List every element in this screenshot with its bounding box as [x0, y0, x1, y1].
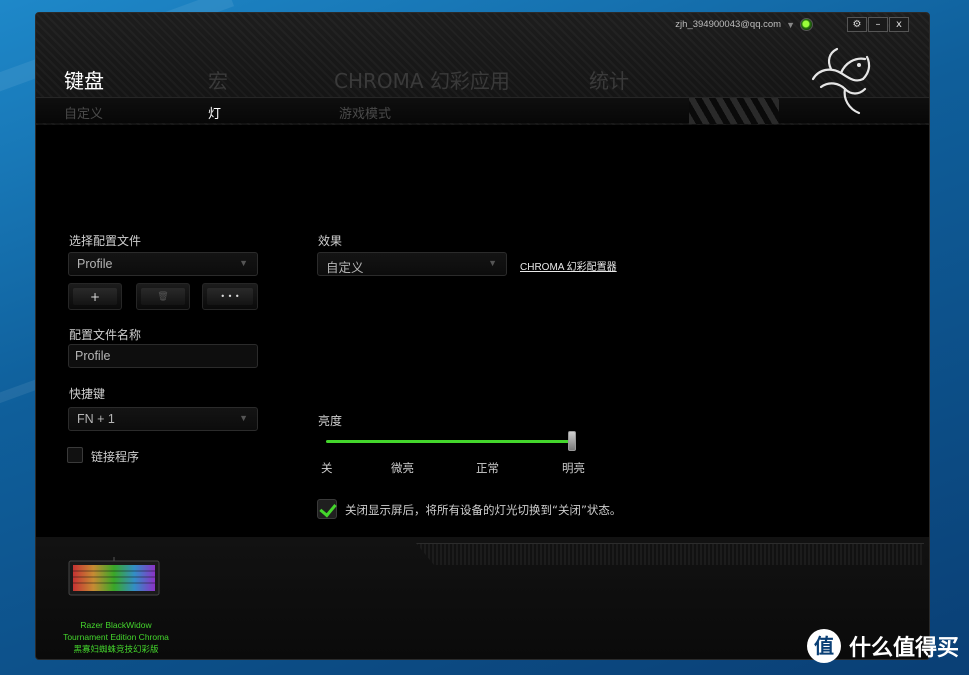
- hotkey-dropdown-value: FN + 1: [77, 412, 115, 426]
- trash-icon: 🗑: [141, 288, 185, 305]
- chevron-down-icon[interactable]: ▼: [786, 20, 795, 30]
- hotkey-label: 快捷键: [69, 387, 106, 401]
- header: zjh_394900043@qq.com ▼ ⚙ – x 键盘 宏 CHROMA…: [36, 13, 929, 125]
- effect-dropdown[interactable]: 自定义 ▼: [317, 252, 507, 276]
- add-profile-button[interactable]: +: [68, 283, 122, 310]
- profile-dropdown-value: Profile: [77, 257, 113, 271]
- brightness-slider-track[interactable]: [326, 440, 572, 443]
- lighting-panel: 选择配置文件 Profile ▼ + 🗑 • • • 配置文件名称 Profil…: [36, 125, 929, 537]
- link-program-label: 链接程序: [91, 450, 140, 464]
- tab-lighting[interactable]: 灯: [208, 103, 221, 122]
- sub-tab-bar: 自定义 灯 游戏模式: [36, 97, 929, 124]
- tab-gaming-mode[interactable]: 游戏模式: [339, 103, 391, 122]
- chroma-configurator-link[interactable]: CHROMA 幻彩配置器: [520, 258, 617, 273]
- delete-profile-button[interactable]: 🗑: [136, 283, 190, 310]
- brightness-tick-off: 关: [321, 461, 333, 475]
- tab-customize[interactable]: 自定义: [64, 103, 103, 122]
- watermark: 值 什么值得买: [806, 629, 959, 663]
- brightness-tick-bright: 明亮: [562, 461, 585, 475]
- brightness-tick-normal: 正常: [476, 461, 499, 475]
- effect-dropdown-value: 自定义: [326, 261, 364, 275]
- chevron-down-icon: ▼: [239, 258, 248, 268]
- brightness-label: 亮度: [318, 414, 343, 428]
- screen-off-lighting-label: 关闭显示屏后，将所有设备的灯光切换到“关闭”状态。: [345, 503, 622, 517]
- tab-macro[interactable]: 宏: [208, 65, 228, 94]
- decorative-stripes: [689, 98, 779, 124]
- chevron-down-icon: ▼: [239, 413, 248, 423]
- decorative-stripes: [416, 543, 924, 565]
- ellipsis-icon: • • •: [207, 288, 253, 305]
- hotkey-dropdown[interactable]: FN + 1 ▼: [68, 407, 258, 431]
- razer-logo-icon: [811, 47, 871, 115]
- profile-dropdown[interactable]: Profile ▼: [68, 252, 258, 276]
- device-name-line-3: 黑寡妇蜘蛛竞技幻彩版: [73, 644, 159, 654]
- close-button[interactable]: x: [889, 17, 909, 32]
- window-controls: ⚙ – x: [846, 17, 909, 32]
- profile-name-field[interactable]: Profile: [68, 344, 258, 368]
- profile-name-label: 配置文件名称: [69, 328, 142, 342]
- minimize-button[interactable]: –: [868, 17, 888, 32]
- watermark-text: 什么值得买: [848, 636, 959, 661]
- more-options-button[interactable]: • • •: [202, 283, 258, 310]
- select-profile-label: 选择配置文件: [69, 234, 142, 248]
- screen-off-lighting-checkbox[interactable]: [317, 499, 337, 519]
- tab-chroma-apps[interactable]: CHROMA 幻彩应用: [334, 65, 510, 94]
- device-footer: Razer BlackWidow Tournament Edition Chro…: [36, 537, 929, 659]
- keyboard-device-icon[interactable]: [68, 557, 160, 601]
- device-name[interactable]: Razer BlackWidow Tournament Edition Chro…: [46, 619, 186, 655]
- tab-keyboard[interactable]: 键盘: [64, 65, 104, 94]
- settings-button[interactable]: ⚙: [847, 17, 867, 32]
- effect-label: 效果: [318, 234, 343, 248]
- brightness-slider-thumb[interactable]: [568, 431, 576, 451]
- account-area[interactable]: zjh_394900043@qq.com ▼: [675, 18, 813, 31]
- plus-icon: +: [73, 288, 117, 305]
- account-email[interactable]: zjh_394900043@qq.com: [675, 19, 781, 30]
- device-name-line-2: Tournament Edition Chroma: [63, 632, 169, 642]
- brightness-tick-low: 微亮: [391, 461, 414, 475]
- online-status-icon[interactable]: [800, 18, 813, 31]
- chevron-down-icon: ▼: [488, 258, 497, 268]
- device-name-line-1: Razer BlackWidow: [80, 620, 152, 630]
- razer-synapse-window: zjh_394900043@qq.com ▼ ⚙ – x 键盘 宏 CHROMA…: [35, 12, 930, 660]
- link-program-checkbox[interactable]: [67, 447, 83, 463]
- tab-stats[interactable]: 统计: [589, 65, 629, 94]
- watermark-badge: 值: [806, 629, 841, 663]
